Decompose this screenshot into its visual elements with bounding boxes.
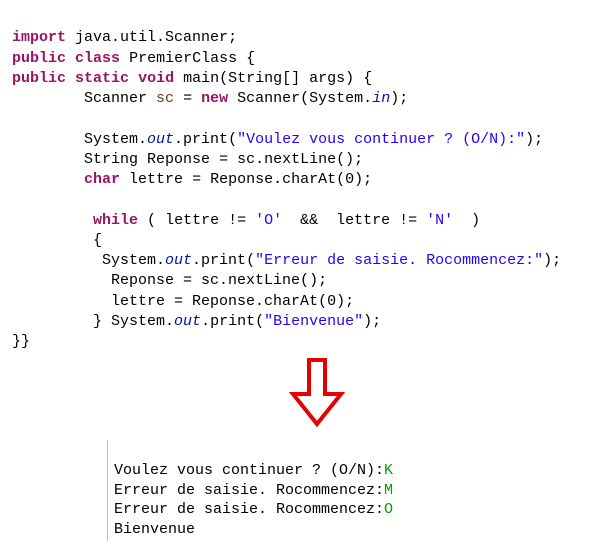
console-input: M	[384, 482, 393, 499]
line-2: public class PremierClass {	[12, 50, 255, 67]
arrow-down-icon	[52, 358, 582, 435]
console-prompt: Erreur de saisie. Rocommencez:	[114, 482, 384, 499]
console-text: Bienvenue	[114, 521, 195, 538]
line-14: lettre = Reponse.charAt(0);	[12, 293, 354, 310]
console-input: O	[384, 501, 393, 518]
line-10: while ( lettre != 'O' && lettre != 'N' )	[12, 212, 480, 229]
string-literal: "Voulez vous continuer ? (O/N):"	[237, 131, 525, 148]
line-1: import java.util.Scanner;	[12, 29, 237, 46]
line-13: Reponse = sc.nextLine();	[12, 272, 327, 289]
line-3: public static void main(String[] args) {	[12, 70, 372, 87]
class-name: PremierClass	[129, 50, 237, 67]
line-15: } System.out.print("Bienvenue");	[12, 313, 381, 330]
keyword-import: import	[12, 29, 66, 46]
line-16: }}	[12, 333, 30, 350]
console-line: Bienvenue	[114, 521, 195, 538]
keyword-public: public	[12, 50, 66, 67]
line-12: System.out.print("Erreur de saisie. Roco…	[12, 252, 561, 269]
line-6: System.out.print("Voulez vous continuer …	[12, 131, 543, 148]
line-7: String Reponse = sc.nextLine();	[12, 151, 363, 168]
keyword-while: while	[93, 212, 138, 229]
console-line: Voulez vous continuer ? (O/N):K	[114, 462, 393, 479]
system-out: out	[147, 131, 174, 148]
console-line: Erreur de saisie. Rocommencez:M	[114, 482, 393, 499]
console-prompt: Erreur de saisie. Rocommencez:	[114, 501, 384, 518]
line-11: {	[12, 232, 102, 249]
package-name: java.util.Scanner	[75, 29, 228, 46]
console-input: K	[384, 462, 393, 479]
keyword-class: class	[75, 50, 120, 67]
line-4: Scanner sc = new Scanner(System.in);	[12, 90, 408, 107]
console-output: Voulez vous continuer ? (O/N):K Erreur d…	[107, 440, 582, 542]
system-in: in	[372, 90, 390, 107]
console-prompt: Voulez vous continuer ? (O/N):	[114, 462, 384, 479]
console-line: Erreur de saisie. Rocommencez:O	[114, 501, 393, 518]
source-code: import java.util.Scanner; public class P…	[12, 8, 582, 352]
line-8: char lettre = Reponse.charAt(0);	[12, 171, 372, 188]
